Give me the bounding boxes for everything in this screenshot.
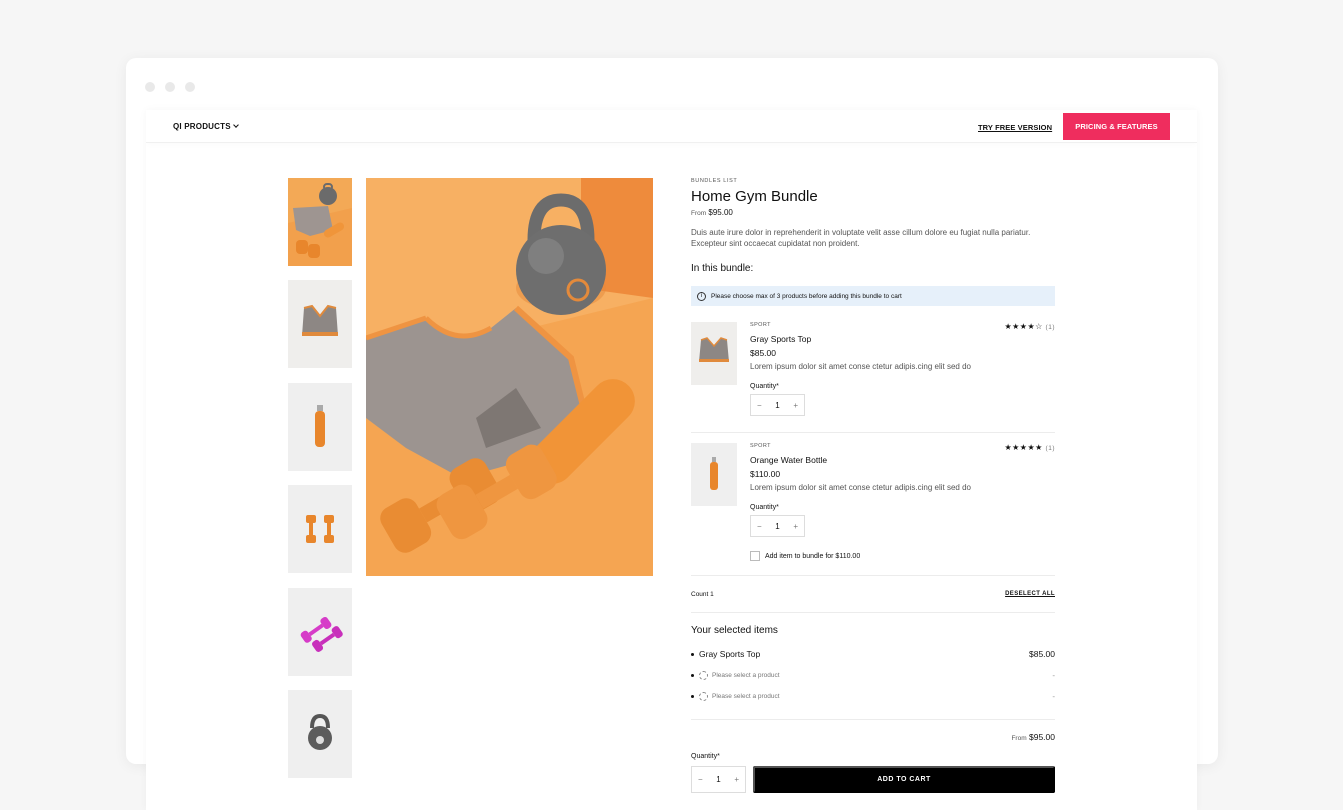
sports-top-image xyxy=(288,280,352,368)
thumbnail-bundle[interactable] xyxy=(288,178,352,266)
selected-item-name: Gray Sports Top xyxy=(699,649,761,659)
placeholder-item: Please select a product xyxy=(699,692,780,701)
selected-item-price: - xyxy=(1052,692,1055,701)
bullet-icon xyxy=(691,695,694,698)
minus-button[interactable]: − xyxy=(698,775,703,784)
window-dot xyxy=(145,82,155,92)
try-free-link[interactable]: TRY FREE VERSION xyxy=(978,123,1052,132)
bundle-thumbnail-image xyxy=(288,178,352,266)
selected-item-row: Gray Sports Top $85.00 xyxy=(691,649,1055,659)
selected-item-row: Please select a product - xyxy=(691,671,1055,680)
plus-button[interactable]: + xyxy=(734,775,739,784)
quantity-stepper: − 1 + xyxy=(691,766,746,793)
total-price: From $95.00 xyxy=(1011,732,1055,742)
placeholder-text: Please select a product xyxy=(712,693,780,700)
add-to-cart-button[interactable]: ADD TO CART xyxy=(753,766,1055,793)
total-value: $95.00 xyxy=(1029,732,1055,742)
placeholder-circle-icon xyxy=(699,671,708,680)
window-dot xyxy=(185,82,195,92)
chevron-down-icon xyxy=(232,122,239,128)
placeholder-circle-icon xyxy=(699,692,708,701)
bundle-hero-image xyxy=(366,178,653,576)
selected-item-row: Please select a product - xyxy=(691,692,1055,701)
orange-dumbbells-image xyxy=(288,485,352,573)
summary-divider xyxy=(691,612,1055,613)
water-bottle-image xyxy=(288,383,352,471)
summary-divider xyxy=(691,575,1055,576)
thumbnail-water-bottle[interactable] xyxy=(288,383,352,471)
quantity-label: Quantity* xyxy=(691,753,720,760)
placeholder-text: Please select a product xyxy=(712,672,780,679)
selected-items-title: Your selected items xyxy=(691,625,778,636)
thumbnail-sports-top[interactable] xyxy=(288,280,352,368)
selected-item: Gray Sports Top xyxy=(691,649,760,659)
pricing-features-button[interactable]: PRICING & FEATURES xyxy=(1063,113,1170,140)
total-from-label: From xyxy=(1011,735,1027,742)
quantity-value[interactable]: 1 xyxy=(716,775,720,784)
bullet-icon xyxy=(691,652,694,656)
summary-divider xyxy=(691,719,1055,720)
deselect-all-link[interactable]: DESELECT ALL xyxy=(1005,591,1055,598)
thumbnail-kettlebell[interactable] xyxy=(288,690,352,778)
products-menu[interactable]: QI PRODUCTS xyxy=(173,122,239,131)
bullet-icon xyxy=(691,674,694,677)
selected-item: Please select a product xyxy=(691,692,780,701)
products-menu-label: QI PRODUCTS xyxy=(173,122,231,131)
main-product-image xyxy=(366,178,653,576)
window-controls xyxy=(145,82,195,92)
top-nav: QI PRODUCTS TRY FREE VERSION PRICING & F… xyxy=(146,110,1197,143)
thumbnail-pink-dumbbells[interactable] xyxy=(288,588,352,676)
pink-dumbbells-image xyxy=(288,588,352,676)
thumbnail-orange-dumbbells[interactable] xyxy=(288,485,352,573)
kettlebell-image xyxy=(288,690,352,778)
window-dot xyxy=(165,82,175,92)
product-page: QI PRODUCTS TRY FREE VERSION PRICING & F… xyxy=(146,110,1197,810)
selected-item-price: $85.00 xyxy=(1029,649,1055,659)
summary-section: Count 1 DESELECT ALL Your selected items… xyxy=(691,178,1055,810)
placeholder-item: Please select a product xyxy=(699,671,780,680)
selected-item-price: - xyxy=(1052,671,1055,680)
count-label: Count 1 xyxy=(691,591,714,598)
selected-item: Please select a product xyxy=(691,671,780,680)
count-row: Count 1 DESELECT ALL xyxy=(691,591,1055,598)
